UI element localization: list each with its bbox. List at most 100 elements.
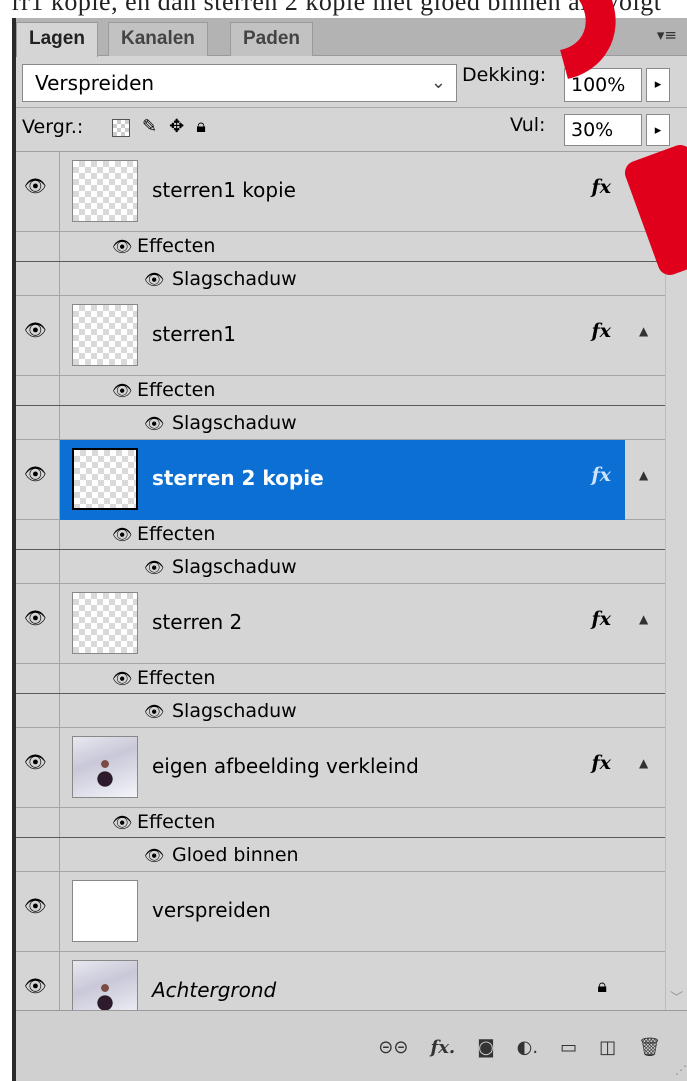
- opacity-slider-button[interactable]: ▸: [646, 68, 670, 102]
- fx-icon[interactable]: fx: [591, 752, 611, 774]
- layers-panel: Lagen Kanalen Paden ▾≡ Verspreiden ⌄ Dek…: [12, 18, 687, 1081]
- layer-main[interactable]: verspreiden: [60, 872, 625, 952]
- eye-icon[interactable]: 👁︎: [112, 381, 132, 400]
- panel-menu-icon[interactable]: ▾≡: [657, 26, 677, 44]
- eye-icon[interactable]: 👁︎: [24, 320, 47, 341]
- new-layer-icon[interactable]: ◫: [599, 1037, 616, 1058]
- layer-name: sterren 2 kopie: [152, 466, 324, 490]
- visibility-cell[interactable]: 👁︎: [16, 152, 60, 232]
- link-icon[interactable]: ⊝⊝: [378, 1037, 408, 1058]
- fx-icon[interactable]: fx: [591, 608, 611, 630]
- effects-row[interactable]: 👁︎ Effecten: [16, 520, 669, 550]
- layer-name: eigen afbeelding verkleind: [152, 754, 419, 778]
- layer-thumbnail: [72, 960, 138, 1010]
- eye-icon[interactable]: 👁︎: [112, 813, 132, 832]
- effect-row[interactable]: 👁︎ Slagschaduw: [16, 406, 669, 440]
- collapse-icon[interactable]: ▲: [639, 612, 648, 626]
- fx-icon[interactable]: fx: [591, 464, 611, 486]
- layers-scrollbar[interactable]: ︿ ﹀: [665, 152, 687, 1010]
- layer-thumbnail: [72, 592, 138, 654]
- eye-icon[interactable]: 👁︎: [112, 525, 132, 544]
- effect-row[interactable]: 👁︎ Slagschaduw: [16, 262, 669, 296]
- layer-thumbnail: [72, 448, 138, 510]
- tab-paths[interactable]: Paden: [230, 22, 314, 56]
- fill-slider-button[interactable]: ▸: [646, 114, 670, 146]
- eye-icon[interactable]: 👁︎: [112, 669, 132, 688]
- lock-icon: 🔒︎: [597, 976, 607, 997]
- fx-icon[interactable]: fx: [591, 176, 611, 198]
- effects-label: Effecten: [137, 667, 216, 689]
- fill-label: Vul:: [510, 114, 546, 136]
- fill-input[interactable]: 30%: [564, 114, 642, 146]
- eye-icon[interactable]: 👁︎: [24, 176, 47, 197]
- effects-row[interactable]: 👁︎ Effecten: [16, 376, 669, 406]
- visibility-cell[interactable]: 👁︎: [16, 296, 60, 376]
- scroll-down-icon[interactable]: ﹀: [670, 987, 683, 1006]
- resize-grip-icon[interactable]: ⋰: [675, 1063, 687, 1077]
- eye-icon[interactable]: 👁︎: [144, 270, 164, 289]
- layer-thumbnail: [72, 736, 138, 798]
- collapse-icon[interactable]: ▲: [639, 756, 648, 770]
- blend-mode-select[interactable]: Verspreiden ⌄: [22, 64, 457, 102]
- effects-label: Effecten: [137, 523, 216, 545]
- layer-row[interactable]: 👁︎ verspreiden: [16, 872, 669, 952]
- layer-main[interactable]: sterren 2 fx: [60, 584, 625, 664]
- trash-icon[interactable]: 🗑︎: [638, 1037, 661, 1058]
- layer-name: sterren1 kopie: [152, 178, 296, 202]
- effect-label: Slagschaduw: [172, 268, 297, 290]
- visibility-cell[interactable]: 👁︎: [16, 440, 60, 520]
- tab-channels[interactable]: Kanalen: [108, 22, 208, 56]
- lock-label: Vergr.:: [22, 116, 84, 138]
- folder-icon[interactable]: ▭: [560, 1037, 577, 1058]
- collapse-icon[interactable]: ▲: [639, 468, 648, 482]
- effects-label: Effecten: [137, 235, 216, 257]
- layer-row[interactable]: 👁︎ Achtergrond 🔒︎: [16, 952, 669, 1010]
- lock-all-icon[interactable]: 🔒︎: [196, 116, 206, 137]
- fx-icon[interactable]: fx: [591, 320, 611, 342]
- lock-pixels-icon[interactable]: ✎: [142, 116, 157, 137]
- eye-icon[interactable]: 👁︎: [144, 846, 164, 865]
- eye-icon[interactable]: 👁︎: [144, 558, 164, 577]
- eye-icon[interactable]: 👁︎: [24, 608, 47, 629]
- visibility-cell[interactable]: 👁︎: [16, 584, 60, 664]
- lock-transparent-icon[interactable]: [112, 119, 130, 137]
- eye-icon[interactable]: 👁︎: [24, 464, 47, 485]
- layer-name: Achtergrond: [152, 978, 277, 1002]
- effect-row[interactable]: 👁︎ Slagschaduw: [16, 694, 669, 728]
- layer-main[interactable]: Achtergrond 🔒︎: [60, 952, 625, 1010]
- collapse-icon[interactable]: ▲: [639, 324, 648, 338]
- effect-row[interactable]: 👁︎ Slagschaduw: [16, 550, 669, 584]
- tab-layers[interactable]: Lagen: [16, 22, 98, 57]
- layer-thumbnail: [72, 880, 138, 942]
- eye-icon[interactable]: 👁︎: [24, 976, 47, 997]
- mask-icon[interactable]: ◙: [477, 1037, 494, 1058]
- layer-main[interactable]: eigen afbeelding verkleind fx: [60, 728, 625, 808]
- eye-icon[interactable]: 👁︎: [24, 896, 47, 917]
- visibility-cell[interactable]: 👁︎: [16, 728, 60, 808]
- lock-icons: ✎ ✥ 🔒︎: [112, 116, 206, 137]
- effects-label: Effecten: [137, 379, 216, 401]
- effect-row[interactable]: 👁︎ Gloed binnen: [16, 838, 669, 872]
- layer-name: sterren1: [152, 322, 236, 346]
- eye-icon[interactable]: 👁︎: [144, 702, 164, 721]
- eye-icon[interactable]: 👁︎: [24, 752, 47, 773]
- effects-row[interactable]: 👁︎ Effecten: [16, 232, 669, 262]
- layer-row[interactable]: 👁︎ sterren 2 fx ▲: [16, 584, 669, 664]
- layer-thumbnail: [72, 160, 138, 222]
- layer-row-selected[interactable]: 👁︎ sterren 2 kopie fx ▲: [16, 440, 669, 520]
- layer-row[interactable]: 👁︎ sterren1 kopie fx ▲: [16, 152, 669, 232]
- layer-main[interactable]: sterren1 kopie fx: [60, 152, 625, 232]
- effects-row[interactable]: 👁︎ Effecten: [16, 808, 669, 838]
- fx-icon[interactable]: fx.: [430, 1037, 455, 1058]
- adjustment-icon[interactable]: ◐.: [517, 1037, 538, 1058]
- lock-position-icon[interactable]: ✥: [169, 116, 184, 137]
- layer-row[interactable]: 👁︎ eigen afbeelding verkleind fx ▲: [16, 728, 669, 808]
- layer-main[interactable]: sterren1 fx: [60, 296, 625, 376]
- effects-row[interactable]: 👁︎ Effecten: [16, 664, 669, 694]
- visibility-cell[interactable]: 👁︎: [16, 952, 60, 1010]
- eye-icon[interactable]: 👁︎: [112, 237, 132, 256]
- eye-icon[interactable]: 👁︎: [144, 414, 164, 433]
- visibility-cell[interactable]: 👁︎: [16, 872, 60, 952]
- layer-row[interactable]: 👁︎ sterren1 fx ▲: [16, 296, 669, 376]
- layer-main[interactable]: sterren 2 kopie fx: [60, 440, 625, 520]
